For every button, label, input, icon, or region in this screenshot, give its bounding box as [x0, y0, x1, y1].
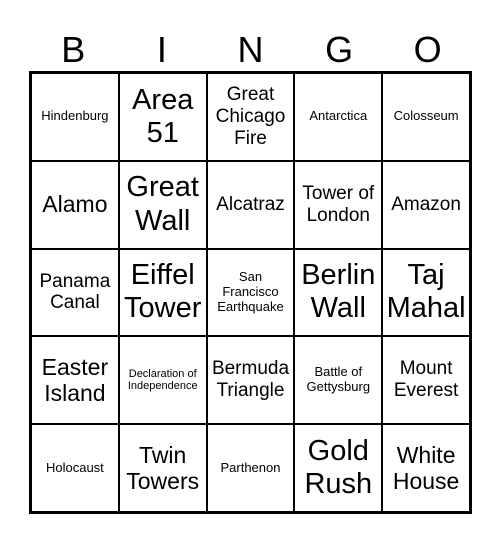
bingo-cell-label: Holocaust — [45, 459, 104, 475]
bingo-cell[interactable]: Tower of London — [294, 160, 383, 249]
bingo-cell[interactable]: Area 51 — [118, 73, 207, 161]
bingo-grid: Hindenburg Area 51 Great Chicago Fire Antar… — [29, 71, 472, 514]
bingo-cell[interactable]: Easter Island — [31, 336, 119, 425]
bingo-cell[interactable]: Twin Towers — [118, 424, 207, 512]
header-letter-b: B — [61, 29, 86, 70]
bingo-cell-label: Panama Canal — [39, 270, 111, 314]
bingo-cell[interactable]: White House — [382, 424, 470, 512]
bingo-cell[interactable]: Alcatraz — [206, 160, 295, 249]
bingo-cell[interactable]: Declaration of Independence — [118, 336, 207, 425]
bingo-cell[interactable]: Parthenon — [206, 424, 295, 512]
header-letter-o: O — [413, 29, 442, 70]
bingo-cell[interactable]: Antarctica — [294, 73, 383, 161]
bingo-cell-label: Mount Everest — [393, 358, 459, 402]
bingo-cell[interactable]: Amazon — [382, 160, 470, 249]
bingo-cell[interactable]: Gold Rush — [294, 424, 383, 512]
bingo-cell-label: Antarctica — [309, 108, 368, 124]
bingo-cell-label: Great Chicago Fire — [215, 84, 286, 149]
bingo-cell-label: Colosseum — [393, 108, 459, 124]
header-letter-g: G — [325, 29, 354, 70]
bingo-cell[interactable]: Mount Everest — [382, 336, 470, 425]
bingo-cell-label: Berlin Wall — [301, 259, 376, 325]
bingo-cell[interactable]: Taj Mahal — [382, 248, 470, 337]
bingo-header: B I N G O — [29, 28, 472, 72]
bingo-cell-label: Eiffel Tower — [124, 259, 202, 325]
bingo-cell-label: Alcatraz — [216, 193, 285, 215]
bingo-cell[interactable]: Colosseum — [382, 73, 470, 161]
bingo-cell-label: Hindenburg — [41, 108, 109, 124]
bingo-cell-label: Parthenon — [220, 459, 281, 475]
bingo-cell-label: Area 51 — [132, 83, 194, 149]
bingo-cell-label: Declaration of Independence — [127, 367, 198, 393]
bingo-cell[interactable]: Bermuda Triangle — [206, 336, 295, 425]
header-letter-n: N — [237, 29, 264, 70]
bingo-cell[interactable]: Eiffel Tower — [118, 248, 207, 337]
bingo-cell-label: Amazon — [391, 193, 461, 215]
bingo-cell-label: Tower of London — [302, 182, 375, 226]
bingo-cell-label: White House — [392, 441, 460, 495]
bingo-cell[interactable]: Battle of Gettysburg — [294, 336, 383, 425]
bingo-cell-label: Twin Towers — [126, 441, 200, 495]
bingo-cell-label: Battle of Gettysburg — [306, 364, 371, 395]
bingo-cell[interactable]: Alamo — [31, 160, 119, 249]
bingo-cell[interactable]: Panama Canal — [31, 248, 119, 337]
bingo-cell-label: Great Wall — [126, 171, 199, 237]
bingo-cell-label: Gold Rush — [304, 434, 373, 501]
bingo-cell[interactable]: Great Chicago Fire — [206, 73, 295, 161]
bingo-cell[interactable]: Berlin Wall — [294, 248, 383, 337]
bingo-cell-label: Taj Mahal — [386, 259, 466, 325]
bingo-cell-label: Bermuda Triangle — [211, 358, 290, 402]
bingo-cell[interactable]: Holocaust — [31, 424, 119, 512]
bingo-cell-label: San Francisco Earthquake — [217, 269, 284, 314]
bingo-cell[interactable]: Great Wall — [118, 160, 207, 249]
bingo-cell-label: Alamo — [42, 191, 108, 218]
bingo-cell[interactable]: Hindenburg — [31, 73, 119, 161]
bingo-cell[interactable]: San Francisco Earthquake — [206, 248, 295, 337]
header-letter-i: I — [156, 29, 167, 70]
bingo-cell-label: Easter Island — [41, 353, 109, 407]
